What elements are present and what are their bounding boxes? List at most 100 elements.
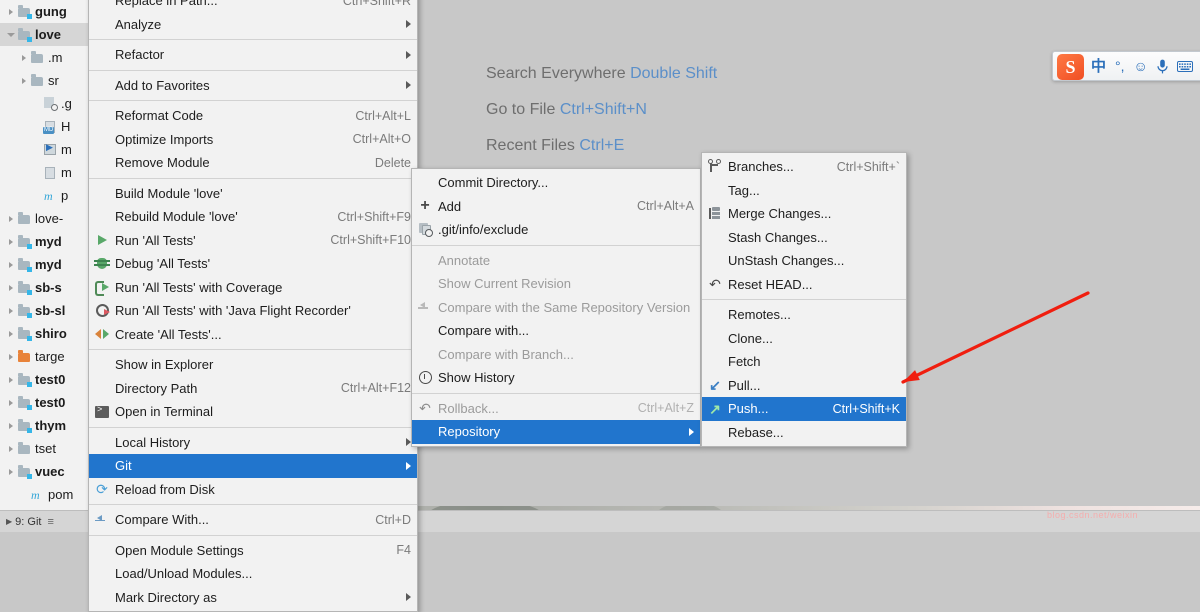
menu-item-build-module-love[interactable]: Build Module 'love' xyxy=(89,182,417,206)
tree-item[interactable]: gung xyxy=(0,0,93,23)
menu-item-open-module-settings[interactable]: Open Module SettingsF4 xyxy=(89,539,417,563)
chevron-right-icon[interactable] xyxy=(4,354,17,360)
tree-item[interactable]: mp xyxy=(0,184,93,207)
menu-item-create-all-tests[interactable]: Create 'All Tests'... xyxy=(89,323,417,347)
chevron-right-icon[interactable] xyxy=(4,423,17,429)
menu-item-open-in-terminal[interactable]: Open in Terminal xyxy=(89,400,417,424)
menu-item-remove-module[interactable]: Remove ModuleDelete xyxy=(89,151,417,175)
menu-item-tag[interactable]: Tag... xyxy=(702,179,906,203)
menu-item-rebuild-module-love[interactable]: Rebuild Module 'love'Ctrl+Shift+F9 xyxy=(89,205,417,229)
menu-item-optimize-imports[interactable]: Optimize ImportsCtrl+Alt+O xyxy=(89,128,417,152)
tree-item[interactable]: thym xyxy=(0,414,93,437)
tree-item[interactable]: targe xyxy=(0,345,93,368)
chevron-right-icon[interactable] xyxy=(4,446,17,452)
chevron-right-icon[interactable] xyxy=(4,469,17,475)
chevron-right-icon[interactable] xyxy=(4,400,17,406)
menu-item-refactor[interactable]: Refactor xyxy=(89,43,417,67)
tree-item[interactable]: love xyxy=(0,23,93,46)
tree-item[interactable]: vuec xyxy=(0,460,93,483)
menu-item-show-in-explorer[interactable]: Show in Explorer xyxy=(89,353,417,377)
tree-item[interactable]: .m xyxy=(0,46,93,69)
menu-item-unstash-changes[interactable]: UnStash Changes... xyxy=(702,249,906,273)
folder-orange-icon xyxy=(17,350,32,364)
chevron-right-icon[interactable] xyxy=(4,239,17,245)
menu-item-run-all-tests[interactable]: Run 'All Tests'Ctrl+Shift+F10 xyxy=(89,229,417,253)
menu-item-shortcut: Ctrl+Alt+O xyxy=(353,132,411,146)
flight-recorder-icon xyxy=(96,304,109,317)
menu-item-git[interactable]: Git xyxy=(89,454,417,478)
tree-item[interactable]: sb-sl xyxy=(0,299,93,322)
repository-submenu[interactable]: Branches...Ctrl+Shift+`Tag...Merge Chang… xyxy=(701,152,907,447)
menu-item-replace-in-path[interactable]: Replace in Path...Ctrl+Shift+R xyxy=(89,0,417,13)
sogou-logo-icon[interactable]: S xyxy=(1057,54,1084,80)
voice-input-icon[interactable] xyxy=(1157,59,1168,74)
menu-item-compare-with[interactable]: Compare With...Ctrl+D xyxy=(89,508,417,532)
tree-item[interactable]: test0 xyxy=(0,391,93,414)
git-submenu[interactable]: Commit Directory...+AddCtrl+Alt+A.git/in… xyxy=(411,168,701,447)
emoji-icon[interactable]: ☺ xyxy=(1134,59,1148,73)
tree-item[interactable]: myd xyxy=(0,253,93,276)
module-icon xyxy=(17,465,32,479)
chevron-right-icon[interactable] xyxy=(4,377,17,383)
menu-item-compare-with[interactable]: Compare with... xyxy=(412,319,700,343)
menu-item-debug-all-tests[interactable]: Debug 'All Tests' xyxy=(89,252,417,276)
menu-item-repository[interactable]: Repository xyxy=(412,420,700,444)
chevron-right-icon[interactable] xyxy=(4,308,17,314)
chevron-right-icon[interactable] xyxy=(4,216,17,222)
menu-item-run-all-tests-with-coverage[interactable]: Run 'All Tests' with Coverage xyxy=(89,276,417,300)
menu-item-reformat-code[interactable]: Reformat CodeCtrl+Alt+L xyxy=(89,104,417,128)
menu-item-merge-changes[interactable]: Merge Changes... xyxy=(702,202,906,226)
menu-item-branches[interactable]: Branches...Ctrl+Shift+` xyxy=(702,155,906,179)
tree-item[interactable]: test0 xyxy=(0,368,93,391)
menu-item-run-all-tests-with-java-flight-recorder[interactable]: Run 'All Tests' with 'Java Flight Record… xyxy=(89,299,417,323)
menu-item-fetch[interactable]: Fetch xyxy=(702,350,906,374)
tree-item-label: shiro xyxy=(35,326,67,341)
chevron-right-icon[interactable] xyxy=(17,78,30,84)
menu-item-push[interactable]: ↗Push...Ctrl+Shift+K xyxy=(702,397,906,421)
chevron-right-icon[interactable] xyxy=(4,285,17,291)
status-bar-git-tab[interactable]: ▶ 9: Git xyxy=(6,516,41,528)
tree-item[interactable]: tset xyxy=(0,437,93,460)
tree-item[interactable]: love- xyxy=(0,207,93,230)
menu-item-local-history[interactable]: Local History xyxy=(89,431,417,455)
sogou-input-toolbar[interactable]: S 中 °, ☺ ◆ xyxy=(1052,51,1200,81)
menu-item-pull[interactable]: ↙Pull... xyxy=(702,374,906,398)
project-tree-panel[interactable]: gunglove.msr.gMDH▶mmmplove-mydmydsb-ssb-… xyxy=(0,0,94,510)
tree-item[interactable]: MDH xyxy=(0,115,93,138)
tree-item[interactable]: sb-s xyxy=(0,276,93,299)
tree-item[interactable]: mpom xyxy=(0,483,93,506)
menu-item-analyze[interactable]: Analyze xyxy=(89,13,417,37)
menu-item-git-info-exclude[interactable]: .git/info/exclude xyxy=(412,218,700,242)
tree-item[interactable]: m xyxy=(0,161,93,184)
menu-item-add-to-favorites[interactable]: Add to Favorites xyxy=(89,74,417,98)
chevron-right-icon[interactable] xyxy=(4,9,17,15)
menu-item-remotes[interactable]: Remotes... xyxy=(702,303,906,327)
soft-keyboard-icon[interactable] xyxy=(1177,61,1193,72)
chevron-right-icon[interactable] xyxy=(4,262,17,268)
menu-item-label: Repository xyxy=(438,424,679,439)
project-context-menu[interactable]: Replace in Path...Ctrl+Shift+RAnalyze Ref… xyxy=(88,0,418,612)
menu-item-reset-head[interactable]: ↶Reset HEAD... xyxy=(702,273,906,297)
menu-item-load-unload-modules[interactable]: Load/Unload Modules... xyxy=(89,562,417,586)
punctuation-icon[interactable]: °, xyxy=(1115,59,1125,73)
menu-item-commit-directory[interactable]: Commit Directory... xyxy=(412,171,700,195)
chevron-right-icon[interactable] xyxy=(17,55,30,61)
menu-item-rebase[interactable]: Rebase... xyxy=(702,421,906,445)
chevron-right-icon[interactable] xyxy=(4,331,17,337)
tree-item[interactable]: .g xyxy=(0,92,93,115)
tree-item[interactable]: myd xyxy=(0,230,93,253)
menu-item-mark-directory-as[interactable]: Mark Directory as xyxy=(89,586,417,610)
chinese-mode-icon[interactable]: 中 xyxy=(1091,59,1106,74)
menu-item-clone[interactable]: Clone... xyxy=(702,327,906,351)
menu-item-show-history[interactable]: Show History xyxy=(412,366,700,390)
menu-item-add[interactable]: +AddCtrl+Alt+A xyxy=(412,195,700,219)
menu-item-stash-changes[interactable]: Stash Changes... xyxy=(702,226,906,250)
tree-item[interactable]: sr xyxy=(0,69,93,92)
menu-item-directory-path[interactable]: Directory PathCtrl+Alt+F12 xyxy=(89,377,417,401)
tree-item-label: pom xyxy=(48,487,73,502)
tree-item[interactable]: ▶m xyxy=(0,138,93,161)
chevron-down-icon[interactable] xyxy=(4,33,17,37)
menu-item-reload-from-disk[interactable]: ⟳Reload from Disk xyxy=(89,478,417,502)
tree-item[interactable]: shiro xyxy=(0,322,93,345)
status-bar-todo-tab[interactable]: ≡ xyxy=(47,516,53,528)
